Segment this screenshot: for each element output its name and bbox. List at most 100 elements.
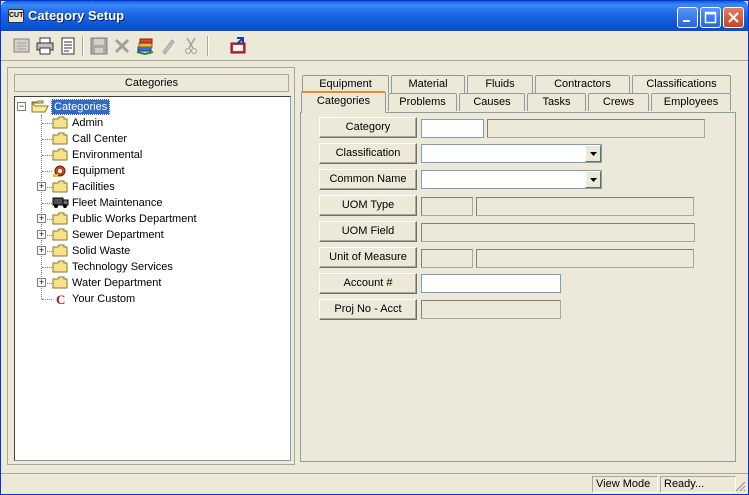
tab-material[interactable]: Material bbox=[391, 75, 465, 93]
delete-button[interactable] bbox=[111, 35, 133, 57]
close-button[interactable] bbox=[723, 7, 744, 28]
category-button[interactable]: Category bbox=[319, 117, 417, 138]
maximize-icon bbox=[704, 11, 717, 24]
tree-item-categories[interactable]: − Categories bbox=[15, 99, 285, 115]
expand-icon[interactable]: + bbox=[37, 246, 46, 255]
folder-icon bbox=[52, 148, 68, 161]
cut-button[interactable] bbox=[180, 35, 202, 57]
tab-categories[interactable]: Categories bbox=[301, 91, 386, 113]
minimize-button[interactable] bbox=[677, 7, 698, 28]
tree-item-water-department[interactable]: + Water Department bbox=[15, 275, 285, 291]
tree-item-label: Fleet Maintenance bbox=[72, 197, 163, 209]
proj-no-acct-button[interactable]: Proj No - Acct bbox=[319, 299, 417, 320]
stack-icon bbox=[136, 38, 154, 55]
tab-employees[interactable]: Employees bbox=[651, 93, 731, 111]
tree-item-label: Solid Waste bbox=[72, 245, 131, 257]
proj-no-acct-field bbox=[421, 300, 561, 319]
tree-item-call-center[interactable]: Call Center bbox=[15, 131, 285, 147]
uom-field-button[interactable]: UOM Field bbox=[319, 221, 417, 242]
expand-icon[interactable]: + bbox=[37, 230, 46, 239]
minimize-icon bbox=[683, 20, 690, 22]
tree-item-environmental[interactable]: Environmental bbox=[15, 147, 285, 163]
folder-icon bbox=[52, 180, 68, 193]
common-name-dropdown-arrow[interactable] bbox=[585, 171, 601, 188]
common-name-select[interactable] bbox=[421, 170, 602, 189]
uom-field-value bbox=[421, 223, 695, 242]
category-setup-window: CUT Category Setup Categories − Categori… bbox=[0, 0, 749, 495]
equipment-icon bbox=[52, 164, 68, 177]
tree-item-fleet-maintenance[interactable]: Fleet Maintenance bbox=[15, 195, 285, 211]
category-code-input[interactable] bbox=[421, 119, 484, 138]
print-icon bbox=[36, 37, 54, 55]
expand-icon[interactable]: + bbox=[37, 278, 46, 287]
tab-problems[interactable]: Problems bbox=[388, 93, 457, 111]
status-state: Ready... bbox=[660, 476, 736, 493]
common-name-button[interactable]: Common Name bbox=[319, 169, 417, 190]
print-button[interactable] bbox=[34, 35, 56, 57]
tree-item-equipment[interactable]: Equipment bbox=[15, 163, 285, 179]
categories-panel: Categories − Categories Admin Call Center En… bbox=[7, 67, 295, 465]
delete-icon bbox=[114, 38, 130, 54]
tree-item-label: Environmental bbox=[72, 149, 143, 161]
custom-icon: C bbox=[52, 292, 68, 307]
folder-icon bbox=[52, 244, 68, 257]
edit-button[interactable] bbox=[157, 35, 179, 57]
tree-item-label: Admin bbox=[72, 117, 104, 129]
close-icon bbox=[728, 12, 739, 23]
classification-dropdown-arrow[interactable] bbox=[585, 145, 601, 162]
status-mode: View Mode bbox=[592, 476, 658, 493]
tree-item-facilities[interactable]: + Facilities bbox=[15, 179, 285, 195]
tree-item-label: Sewer Department bbox=[72, 229, 164, 241]
tree-item-public-works-department[interactable]: + Public Works Department bbox=[15, 211, 285, 227]
tree-item-label: Facilities bbox=[72, 181, 115, 193]
expand-icon[interactable]: + bbox=[37, 182, 46, 191]
list-icon bbox=[13, 38, 30, 53]
tab-fluids[interactable]: Fluids bbox=[467, 75, 533, 93]
tab-tasks[interactable]: Tasks bbox=[527, 93, 586, 111]
collapse-icon[interactable]: − bbox=[17, 102, 26, 111]
tree-item-your-custom[interactable]: C Your Custom bbox=[15, 291, 285, 307]
folder-icon bbox=[52, 276, 68, 289]
exit-icon bbox=[230, 37, 246, 54]
preview-button[interactable] bbox=[57, 35, 79, 57]
tab-contractors[interactable]: Contractors bbox=[535, 75, 630, 93]
folder-icon bbox=[52, 228, 68, 241]
tab-causes[interactable]: Causes bbox=[459, 93, 525, 111]
maximize-button[interactable] bbox=[700, 7, 721, 28]
tree-connector-line bbox=[42, 299, 52, 300]
account-input[interactable] bbox=[421, 274, 561, 293]
window-title: Category Setup bbox=[28, 8, 125, 23]
tab-classifications[interactable]: Classifications bbox=[632, 75, 731, 93]
classification-button[interactable]: Classification bbox=[319, 143, 417, 164]
tree-item-technology-services[interactable]: Technology Services bbox=[15, 259, 285, 275]
unit-of-measure-code-field bbox=[421, 249, 473, 268]
title-bar: CUT Category Setup bbox=[1, 1, 748, 31]
toolbar bbox=[1, 31, 748, 61]
app-icon[interactable]: CUT bbox=[8, 9, 24, 23]
chevron-down-icon bbox=[590, 152, 597, 156]
tab-crews[interactable]: Crews bbox=[588, 93, 649, 111]
expand-icon[interactable]: + bbox=[37, 214, 46, 223]
save-icon bbox=[90, 37, 108, 55]
status-bar: View Mode Ready... bbox=[1, 473, 748, 494]
tree-item-solid-waste[interactable]: + Solid Waste bbox=[15, 243, 285, 259]
account-button[interactable]: Account # bbox=[319, 273, 417, 294]
tree-item-label: Technology Services bbox=[72, 261, 173, 273]
tree-connector-line bbox=[42, 203, 52, 204]
classification-select[interactable] bbox=[421, 144, 602, 163]
resize-grip-icon[interactable] bbox=[734, 480, 746, 492]
save-button[interactable] bbox=[88, 35, 110, 57]
tree-item-admin[interactable]: Admin bbox=[15, 115, 285, 131]
folder-icon bbox=[52, 132, 68, 145]
categories-panel-header: Categories bbox=[14, 74, 289, 92]
exit-button[interactable] bbox=[227, 35, 249, 57]
toolbar-separator bbox=[82, 36, 84, 56]
category-tree[interactable]: − Categories Admin Call Center Environmental… bbox=[14, 96, 291, 461]
list-button[interactable] bbox=[11, 35, 33, 57]
uom-type-code-field bbox=[421, 197, 473, 216]
tree-item-label: Categories bbox=[51, 99, 111, 115]
unit-of-measure-button[interactable]: Unit of Measure bbox=[319, 247, 417, 268]
uom-type-button[interactable]: UOM Type bbox=[319, 195, 417, 216]
tree-item-sewer-department[interactable]: + Sewer Department bbox=[15, 227, 285, 243]
stack-button[interactable] bbox=[134, 35, 156, 57]
